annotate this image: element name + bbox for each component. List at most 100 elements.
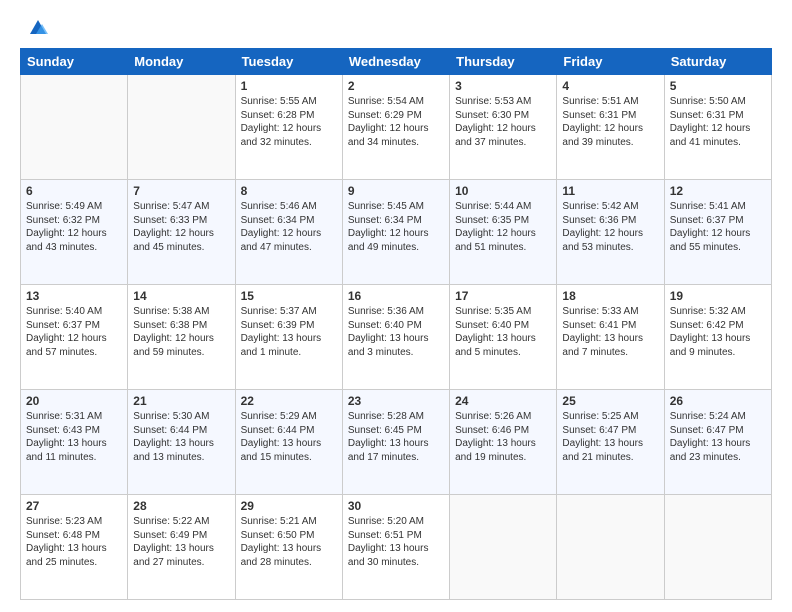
day-info: Sunrise: 5:32 AM Sunset: 6:42 PM Dayligh…	[670, 305, 766, 359]
calendar-cell	[450, 495, 557, 600]
calendar-cell: 29 Sunrise: 5:21 AM Sunset: 6:50 PM Dayli…	[235, 495, 342, 600]
calendar-cell	[21, 75, 128, 180]
calendar-cell: 2Sunrise: 5:54 AM Sunset: 6:29 PM Daylig…	[342, 75, 449, 180]
day-number: 20	[26, 394, 122, 408]
calendar-day-header: Tuesday	[235, 49, 342, 75]
day-info: Sunrise: 5:44 AM Sunset: 6:35 PM Dayligh…	[455, 200, 551, 254]
day-info: Sunrise: 5:42 AM Sunset: 6:36 PM Dayligh…	[562, 200, 658, 254]
day-number: 6	[26, 184, 122, 198]
day-info: Sunrise: 5:49 AM Sunset: 6:32 PM Dayligh…	[26, 200, 122, 254]
day-info: Sunrise: 5:45 AM Sunset: 6:34 PM Dayligh…	[348, 200, 444, 254]
day-number: 3	[455, 79, 551, 93]
calendar-cell: 19 Sunrise: 5:32 AM Sunset: 6:42 PM Dayli…	[664, 285, 771, 390]
calendar-week-row: 1 Sunrise: 5:55 AM Sunset: 6:28 PM Daylig…	[21, 75, 772, 180]
calendar-week-row: 6 Sunrise: 5:49 AM Sunset: 6:32 PM Daylig…	[21, 180, 772, 285]
calendar-cell: 30 Sunrise: 5:20 AM Sunset: 6:51 PM Dayli…	[342, 495, 449, 600]
day-info: Sunrise: 5:55 AM Sunset: 6:28 PM Dayligh…	[241, 95, 337, 149]
day-info: Sunrise: 5:54 AM Sunset: 6:29 PM Dayligh…	[348, 95, 444, 149]
calendar-cell: 7Sunrise: 5:47 AM Sunset: 6:33 PM Daylig…	[128, 180, 235, 285]
day-number: 21	[133, 394, 229, 408]
day-number: 29	[241, 499, 337, 513]
calendar-header-row: SundayMondayTuesdayWednesdayThursdayFrid…	[21, 49, 772, 75]
calendar-cell: 17 Sunrise: 5:35 AM Sunset: 6:40 PM Dayli…	[450, 285, 557, 390]
calendar-cell: 13 Sunrise: 5:40 AM Sunset: 6:37 PM Dayli…	[21, 285, 128, 390]
day-number: 28	[133, 499, 229, 513]
calendar-day-header: Wednesday	[342, 49, 449, 75]
calendar-cell: 23Sunrise: 5:28 AM Sunset: 6:45 PM Dayli…	[342, 390, 449, 495]
day-number: 5	[670, 79, 766, 93]
day-info: Sunrise: 5:40 AM Sunset: 6:37 PM Dayligh…	[26, 305, 122, 359]
calendar-cell: 25 Sunrise: 5:25 AM Sunset: 6:47 PM Dayli…	[557, 390, 664, 495]
calendar-cell: 8 Sunrise: 5:46 AM Sunset: 6:34 PM Daylig…	[235, 180, 342, 285]
calendar-day-header: Saturday	[664, 49, 771, 75]
day-info: Sunrise: 5:24 AM Sunset: 6:47 PM Dayligh…	[670, 410, 766, 464]
day-number: 15	[241, 289, 337, 303]
calendar-cell: 9 Sunrise: 5:45 AM Sunset: 6:34 PM Daylig…	[342, 180, 449, 285]
day-info: Sunrise: 5:37 AM Sunset: 6:39 PM Dayligh…	[241, 305, 337, 359]
day-number: 25	[562, 394, 658, 408]
calendar-week-row: 20 Sunrise: 5:31 AM Sunset: 6:43 PM Dayli…	[21, 390, 772, 495]
day-number: 17	[455, 289, 551, 303]
calendar-cell	[128, 75, 235, 180]
day-number: 24	[455, 394, 551, 408]
calendar-day-header: Monday	[128, 49, 235, 75]
day-info: Sunrise: 5:41 AM Sunset: 6:37 PM Dayligh…	[670, 200, 766, 254]
calendar-week-row: 13 Sunrise: 5:40 AM Sunset: 6:37 PM Dayli…	[21, 285, 772, 390]
calendar-day-header: Sunday	[21, 49, 128, 75]
calendar-cell: 20 Sunrise: 5:31 AM Sunset: 6:43 PM Dayli…	[21, 390, 128, 495]
day-info: Sunrise: 5:31 AM Sunset: 6:43 PM Dayligh…	[26, 410, 122, 464]
calendar-cell: 12 Sunrise: 5:41 AM Sunset: 6:37 PM Dayli…	[664, 180, 771, 285]
day-info: Sunrise: 5:51 AM Sunset: 6:31 PM Dayligh…	[562, 95, 658, 149]
day-number: 26	[670, 394, 766, 408]
day-info: Sunrise: 5:46 AM Sunset: 6:34 PM Dayligh…	[241, 200, 337, 254]
calendar-cell	[664, 495, 771, 600]
calendar-day-header: Thursday	[450, 49, 557, 75]
calendar-day-header: Friday	[557, 49, 664, 75]
day-number: 4	[562, 79, 658, 93]
day-number: 22	[241, 394, 337, 408]
calendar-cell: 5 Sunrise: 5:50 AM Sunset: 6:31 PM Daylig…	[664, 75, 771, 180]
day-number: 11	[562, 184, 658, 198]
day-info: Sunrise: 5:38 AM Sunset: 6:38 PM Dayligh…	[133, 305, 229, 359]
day-number: 7	[133, 184, 229, 198]
calendar-cell: 24Sunrise: 5:26 AM Sunset: 6:46 PM Dayli…	[450, 390, 557, 495]
day-info: Sunrise: 5:25 AM Sunset: 6:47 PM Dayligh…	[562, 410, 658, 464]
day-info: Sunrise: 5:36 AM Sunset: 6:40 PM Dayligh…	[348, 305, 444, 359]
calendar-cell: 11 Sunrise: 5:42 AM Sunset: 6:36 PM Dayli…	[557, 180, 664, 285]
day-info: Sunrise: 5:29 AM Sunset: 6:44 PM Dayligh…	[241, 410, 337, 464]
day-info: Sunrise: 5:35 AM Sunset: 6:40 PM Dayligh…	[455, 305, 551, 359]
day-number: 30	[348, 499, 444, 513]
day-number: 14	[133, 289, 229, 303]
day-info: Sunrise: 5:50 AM Sunset: 6:31 PM Dayligh…	[670, 95, 766, 149]
header	[20, 16, 772, 38]
day-info: Sunrise: 5:23 AM Sunset: 6:48 PM Dayligh…	[26, 515, 122, 569]
calendar-cell: 28 Sunrise: 5:22 AM Sunset: 6:49 PM Dayli…	[128, 495, 235, 600]
day-number: 19	[670, 289, 766, 303]
day-number: 8	[241, 184, 337, 198]
day-info: Sunrise: 5:53 AM Sunset: 6:30 PM Dayligh…	[455, 95, 551, 149]
calendar-week-row: 27Sunrise: 5:23 AM Sunset: 6:48 PM Dayli…	[21, 495, 772, 600]
calendar-cell: 22 Sunrise: 5:29 AM Sunset: 6:44 PM Dayli…	[235, 390, 342, 495]
calendar-cell	[557, 495, 664, 600]
day-info: Sunrise: 5:28 AM Sunset: 6:45 PM Dayligh…	[348, 410, 444, 464]
day-number: 13	[26, 289, 122, 303]
day-number: 9	[348, 184, 444, 198]
day-info: Sunrise: 5:33 AM Sunset: 6:41 PM Dayligh…	[562, 305, 658, 359]
day-number: 18	[562, 289, 658, 303]
day-number: 16	[348, 289, 444, 303]
calendar-cell: 27Sunrise: 5:23 AM Sunset: 6:48 PM Dayli…	[21, 495, 128, 600]
logo-icon	[26, 16, 48, 38]
calendar-cell: 1 Sunrise: 5:55 AM Sunset: 6:28 PM Daylig…	[235, 75, 342, 180]
day-info: Sunrise: 5:20 AM Sunset: 6:51 PM Dayligh…	[348, 515, 444, 569]
day-info: Sunrise: 5:22 AM Sunset: 6:49 PM Dayligh…	[133, 515, 229, 569]
calendar-cell: 16 Sunrise: 5:36 AM Sunset: 6:40 PM Dayli…	[342, 285, 449, 390]
calendar-cell: 3 Sunrise: 5:53 AM Sunset: 6:30 PM Daylig…	[450, 75, 557, 180]
calendar-table: SundayMondayTuesdayWednesdayThursdayFrid…	[20, 48, 772, 600]
calendar-cell: 18 Sunrise: 5:33 AM Sunset: 6:41 PM Dayli…	[557, 285, 664, 390]
day-number: 1	[241, 79, 337, 93]
calendar-cell: 14 Sunrise: 5:38 AM Sunset: 6:38 PM Dayli…	[128, 285, 235, 390]
day-info: Sunrise: 5:21 AM Sunset: 6:50 PM Dayligh…	[241, 515, 337, 569]
calendar-cell: 6 Sunrise: 5:49 AM Sunset: 6:32 PM Daylig…	[21, 180, 128, 285]
logo	[20, 16, 48, 38]
day-number: 12	[670, 184, 766, 198]
